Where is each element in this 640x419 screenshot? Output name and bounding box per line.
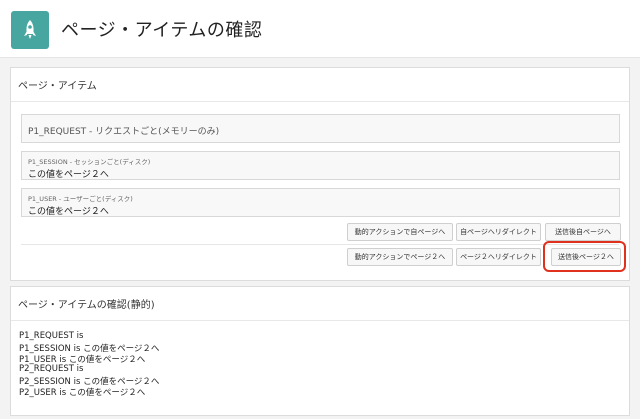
highlight-outline <box>543 241 626 272</box>
p1-user-field[interactable]: P1_USER - ユーザーごと(ディスク) この値をページ２へ <box>21 188 620 217</box>
divider <box>21 244 619 245</box>
field-label: P1_REQUEST - リクエストごと(メモリーのみ) <box>28 127 220 137</box>
region-title: ページ・アイテム <box>11 68 629 102</box>
page-header: ページ・アイテムの確認 <box>0 0 640 58</box>
confirm-region: ページ・アイテムの確認(静的) P1_REQUEST is P1_SESSION… <box>10 286 630 416</box>
output-line: P2_USER is この値をページ２へ <box>19 388 146 398</box>
output-line: P1_REQUEST is <box>19 331 84 341</box>
page-title: ページ・アイテムの確認 <box>61 20 263 41</box>
field-label: P1_USER - ユーザーごと(ディスク) <box>28 195 133 203</box>
output-line: P2_REQUEST is <box>19 364 84 374</box>
p1-session-field[interactable]: P1_SESSION - セッションごと(ディスク) この値をページ２へ <box>21 151 620 180</box>
field-value: この値をページ２へ <box>28 207 109 217</box>
submit-self-page-button[interactable]: 送信後自ページへ <box>545 223 621 241</box>
region-title: ページ・アイテムの確認(静的) <box>11 287 629 321</box>
redirect-self-page-button[interactable]: 自ページへリダイレクト <box>456 223 541 241</box>
page-items-region: ページ・アイテム P1_REQUEST - リクエストごと(メモリーのみ) P1… <box>10 67 630 281</box>
da-page2-button[interactable]: 動的アクションでページ２へ <box>347 248 453 266</box>
field-label: P1_SESSION - セッションごと(ディスク) <box>28 158 151 166</box>
redirect-page2-button[interactable]: ページ２へリダイレクト <box>456 248 541 266</box>
da-self-page-button[interactable]: 動的アクションで自ページへ <box>347 223 453 241</box>
rocket-icon <box>11 11 49 49</box>
field-value: この値をページ２へ <box>28 170 109 180</box>
p1-request-field[interactable]: P1_REQUEST - リクエストごと(メモリーのみ) <box>21 114 620 143</box>
